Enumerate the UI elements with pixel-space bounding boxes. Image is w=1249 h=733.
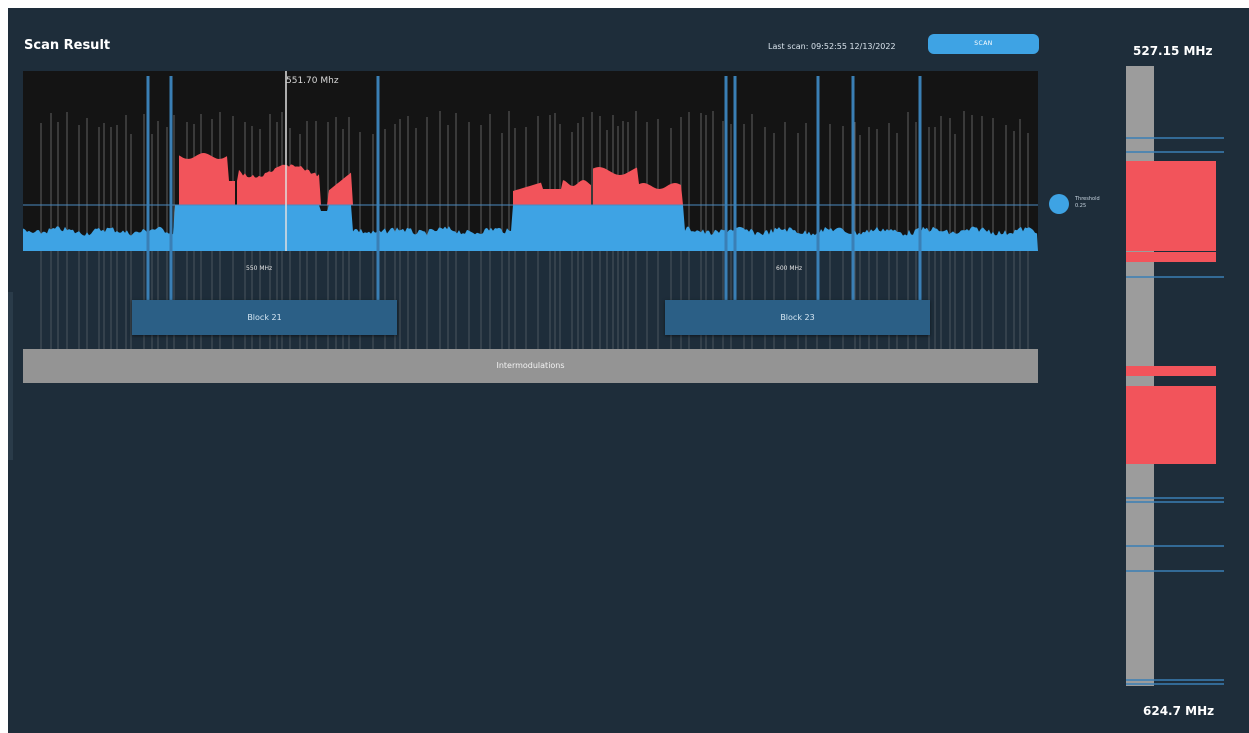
intermodulations-bar[interactable]: Intermodulations xyxy=(23,349,1038,383)
cursor-frequency-readout: 551.70 Mhz xyxy=(286,76,339,86)
overview-alert-region xyxy=(1126,161,1216,251)
threshold-title: Threshold xyxy=(1075,196,1100,202)
threshold-label: Threshold 0.25 xyxy=(1075,196,1100,210)
last-scan-timestamp: Last scan: 09:52:55 12/13/2022 xyxy=(768,42,896,51)
signal-area xyxy=(23,205,1038,251)
frequency-overview-bar[interactable] xyxy=(1126,66,1226,691)
scan-button[interactable]: SCAN xyxy=(928,34,1039,54)
range-end-frequency: 624.7 MHz xyxy=(1143,704,1215,718)
axis-label-600: 600 MHz xyxy=(776,265,803,272)
scan-result-screen: Scan Result Last scan: 09:52:55 12/13/20… xyxy=(8,8,1249,733)
block-23[interactable]: Block 23 xyxy=(665,300,930,335)
overview-alert-region xyxy=(1126,386,1216,464)
threshold-slider-handle[interactable] xyxy=(1049,194,1069,214)
spectrum-plot[interactable] xyxy=(23,71,1038,251)
range-start-frequency: 527.15 MHz xyxy=(1133,44,1213,58)
overview-alert-region xyxy=(1126,366,1216,376)
over-threshold-region xyxy=(327,172,353,205)
over-threshold-region xyxy=(513,180,591,205)
threshold-value: 0.25 xyxy=(1075,203,1087,209)
spectrum-svg xyxy=(23,71,1038,251)
over-threshold-region xyxy=(179,153,235,205)
over-threshold-region xyxy=(237,164,323,205)
over-threshold-region xyxy=(593,167,683,205)
side-drawer-handle[interactable] xyxy=(8,292,13,460)
page-title: Scan Result xyxy=(24,38,111,53)
overview-alert-region xyxy=(1126,252,1216,262)
block-21[interactable]: Block 21 xyxy=(132,300,397,335)
channel-markers-lower xyxy=(146,251,922,301)
axis-label-550: 550 MHz xyxy=(246,265,273,272)
